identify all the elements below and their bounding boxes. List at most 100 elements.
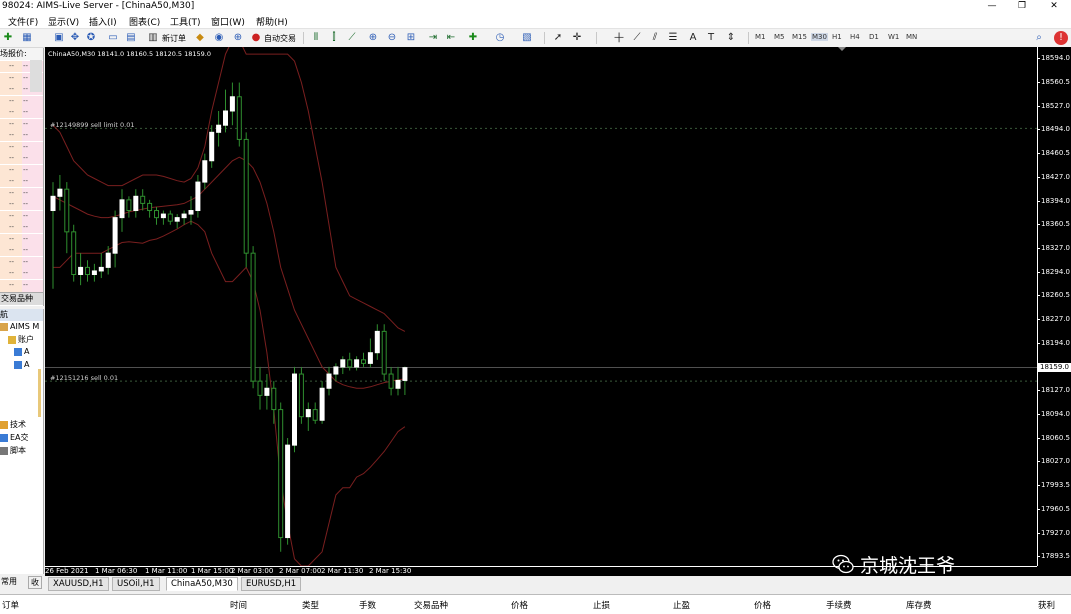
market-watch-row[interactable]: -- -- xyxy=(0,176,43,187)
auto-scroll-icon[interactable]: ⇥ xyxy=(426,31,440,45)
horizontal-line-icon[interactable]: — xyxy=(612,31,626,45)
nav-item-account-2[interactable]: A xyxy=(14,360,29,369)
navigator-icon[interactable]: ✪ xyxy=(84,31,98,45)
timeframe-d1[interactable]: D1 xyxy=(869,33,879,41)
scrollbar-thumb[interactable] xyxy=(30,60,42,92)
bar-chart-icon[interactable]: ⫴ xyxy=(309,31,323,45)
menu-insert[interactable]: 插入(I) xyxy=(89,15,117,28)
col-current-price[interactable]: 价格 xyxy=(754,599,771,611)
market-watch-row[interactable]: -- -- xyxy=(0,279,43,291)
chart-shift-icon[interactable]: ⇤ xyxy=(444,31,458,45)
zoom-out-icon[interactable]: ⊖ xyxy=(385,31,399,45)
candlestick-icon[interactable]: ⫿ xyxy=(327,31,341,45)
terminal-icon[interactable]: ▭ xyxy=(106,31,120,45)
nav-item-account-1[interactable]: A xyxy=(14,347,29,356)
new-chart-icon[interactable]: ✚ xyxy=(1,31,15,45)
col-volume[interactable]: 手数 xyxy=(359,599,376,611)
zoom-in-icon[interactable]: ⊕ xyxy=(366,31,380,45)
notification-icon[interactable]: ! xyxy=(1054,31,1068,45)
tab-common[interactable]: 常用 xyxy=(1,576,17,587)
indicators-icon[interactable]: ✚ xyxy=(466,31,480,45)
tab-symbols[interactable]: 交易品种 xyxy=(0,292,43,305)
chart-shift-marker[interactable] xyxy=(838,47,846,51)
market-watch-row[interactable]: -- -- xyxy=(0,164,43,176)
auto-trading-button[interactable]: 自动交易 xyxy=(264,33,296,44)
data-window-icon[interactable]: ✥ xyxy=(68,31,82,45)
tab-favorites[interactable]: 收 xyxy=(28,576,42,589)
market-watch-row[interactable]: -- -- xyxy=(0,153,43,164)
chart-tab-chinaa50[interactable]: ChinaA50,M30 xyxy=(166,577,238,591)
periods-icon[interactable]: ◷ xyxy=(493,31,507,45)
nav-item-accounts[interactable]: 账户 xyxy=(8,334,34,345)
maximize-button[interactable]: ❐ xyxy=(1011,0,1033,13)
market-watch-row[interactable]: -- -- xyxy=(0,268,43,279)
arrows-icon[interactable]: ⇕ xyxy=(724,31,738,45)
market-watch-row[interactable]: -- -- xyxy=(0,141,43,153)
price-axis[interactable]: 18594.0 18560.5 18527.0 18494.0 18460.5 18427… xyxy=(1037,47,1071,566)
market-watch-row[interactable]: -- -- xyxy=(0,95,43,107)
chart-tab-xauusd[interactable]: XAUUSD,H1 xyxy=(48,577,109,591)
market-watch-row[interactable]: -- -- xyxy=(0,210,43,222)
col-type[interactable]: 类型 xyxy=(302,599,319,611)
col-time[interactable]: 时间 xyxy=(230,599,247,611)
nav-item-terminal[interactable]: AIMS M xyxy=(0,322,39,331)
timeframe-m30[interactable]: M30 xyxy=(811,33,828,41)
channel-icon[interactable]: ⫽ xyxy=(648,31,662,45)
search-icon[interactable]: ⌕ xyxy=(1032,31,1046,45)
chart-tab-eurusd[interactable]: EURUSD,H1 xyxy=(241,577,302,591)
timeframe-m15[interactable]: M15 xyxy=(792,33,807,41)
market-watch-row[interactable]: -- -- xyxy=(0,130,43,141)
order-label[interactable]: #12149899 sell limit 0.01 xyxy=(50,121,135,129)
nav-item-scripts[interactable]: 脚本 xyxy=(0,445,26,456)
col-tp[interactable]: 止盈 xyxy=(673,599,690,611)
market-watch-row[interactable]: -- -- xyxy=(0,187,43,199)
menu-help[interactable]: 帮助(H) xyxy=(256,15,288,28)
col-sl[interactable]: 止损 xyxy=(593,599,610,611)
nav-item-indicators[interactable]: 技术 xyxy=(0,419,26,430)
timeframe-h1[interactable]: H1 xyxy=(832,33,842,41)
text-icon[interactable]: A xyxy=(686,31,700,45)
chart-tab-usoil[interactable]: USOil,H1 xyxy=(112,577,160,591)
nav-item-experts[interactable]: EA交 xyxy=(0,432,29,443)
price-plot[interactable] xyxy=(45,47,1037,566)
new-order-icon[interactable]: ▥ xyxy=(146,31,160,45)
menu-view[interactable]: 显示(V) xyxy=(48,15,79,28)
timeframe-m5[interactable]: M5 xyxy=(774,33,785,41)
strategy-tester-icon[interactable]: ▤ xyxy=(124,31,138,45)
auto-trading-icon[interactable]: ● xyxy=(249,31,263,45)
timeframe-m1[interactable]: M1 xyxy=(755,33,766,41)
chart-window[interactable]: ChinaA50,M30 18141.0 18160.5 18120.5 181… xyxy=(45,47,1071,576)
timeframe-mn[interactable]: MN xyxy=(906,33,917,41)
menu-window[interactable]: 窗口(W) xyxy=(211,15,245,28)
order-label[interactable]: #12151216 sell 0.01 xyxy=(50,374,118,382)
tile-windows-icon[interactable]: ⊞ xyxy=(404,31,418,45)
minimize-button[interactable]: — xyxy=(981,0,1003,13)
fibonacci-icon[interactable]: ☰ xyxy=(666,31,680,45)
templates-icon[interactable]: ▧ xyxy=(520,31,534,45)
menu-file[interactable]: 文件(F) xyxy=(8,15,38,28)
profiles-icon[interactable]: ▦ xyxy=(20,31,34,45)
cursor-icon[interactable]: ➚ xyxy=(551,31,565,45)
col-swap[interactable]: 库存费 xyxy=(906,599,932,611)
market-watch-icon[interactable]: ▣ xyxy=(52,31,66,45)
menu-tools[interactable]: 工具(T) xyxy=(170,15,201,28)
crosshair-icon[interactable]: ✛ xyxy=(570,31,584,45)
close-button[interactable]: ✕ xyxy=(1043,0,1065,13)
col-profit[interactable]: 获利 xyxy=(1038,599,1055,611)
menu-charts[interactable]: 图表(C) xyxy=(129,15,160,28)
market-watch-row[interactable]: -- -- xyxy=(0,256,43,268)
col-symbol[interactable]: 交易品种 xyxy=(414,599,448,611)
signals-icon[interactable]: ◉ xyxy=(212,31,226,45)
market-watch-row[interactable]: -- -- xyxy=(0,222,43,233)
market-watch-row[interactable]: -- -- xyxy=(0,233,43,245)
col-commission[interactable]: 手续费 xyxy=(826,599,852,611)
timeframe-h4[interactable]: H4 xyxy=(850,33,860,41)
text-label-icon[interactable]: T xyxy=(704,31,718,45)
new-order-button[interactable]: 新订单 xyxy=(162,33,186,44)
col-price[interactable]: 价格 xyxy=(511,599,528,611)
trendline-icon[interactable]: ⟋ xyxy=(630,31,644,45)
market-watch-row[interactable]: -- -- xyxy=(0,199,43,210)
market-watch-row[interactable]: -- -- xyxy=(0,118,43,130)
timeframe-w1[interactable]: W1 xyxy=(888,33,899,41)
market-watch-row[interactable]: -- -- xyxy=(0,245,43,256)
